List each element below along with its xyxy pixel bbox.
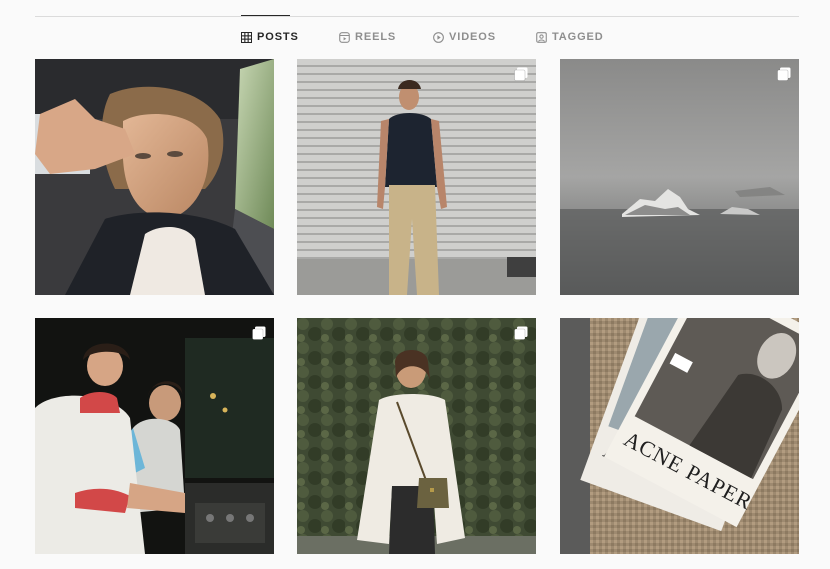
post-image <box>297 59 536 295</box>
tab-label: POSTS <box>257 31 299 43</box>
post-image <box>297 318 536 554</box>
post-image: ACNE ACNE PAPER <box>560 318 799 554</box>
carousel-icon <box>514 67 528 81</box>
profile-tabs: POSTS REELS VIDEOS TAGGED <box>0 15 830 58</box>
profile-posts-area: POSTS REELS VIDEOS TAGGED ACNE PAPER <box>0 0 830 569</box>
post-image <box>35 59 274 295</box>
post-foggy-sea[interactable] <box>560 59 799 295</box>
tab-posts[interactable]: POSTS <box>241 15 298 58</box>
post-djs-at-mixer[interactable] <box>35 318 274 554</box>
tab-label: TAGGED <box>552 31 604 43</box>
play-circle-icon <box>433 31 444 43</box>
tab-tagged[interactable]: TAGGED <box>536 16 604 58</box>
tab-label: REELS <box>355 31 397 43</box>
reels-icon <box>339 31 350 43</box>
tab-label: VIDEOS <box>449 31 496 43</box>
post-magazines[interactable]: ACNE ACNE PAPER <box>560 318 799 554</box>
post-image <box>35 318 274 554</box>
carousel-icon <box>514 326 528 340</box>
post-vest-against-shutter[interactable] <box>297 59 536 295</box>
tagged-user-icon <box>536 31 547 43</box>
tab-videos[interactable]: VIDEOS <box>433 16 496 58</box>
post-white-jacket[interactable] <box>297 318 536 554</box>
post-image <box>560 59 799 295</box>
carousel-icon <box>777 67 791 81</box>
tab-reels[interactable]: REELS <box>339 16 396 58</box>
carousel-icon <box>252 326 266 340</box>
grid-icon <box>241 31 252 43</box>
post-selfie-in-car[interactable] <box>35 59 274 295</box>
